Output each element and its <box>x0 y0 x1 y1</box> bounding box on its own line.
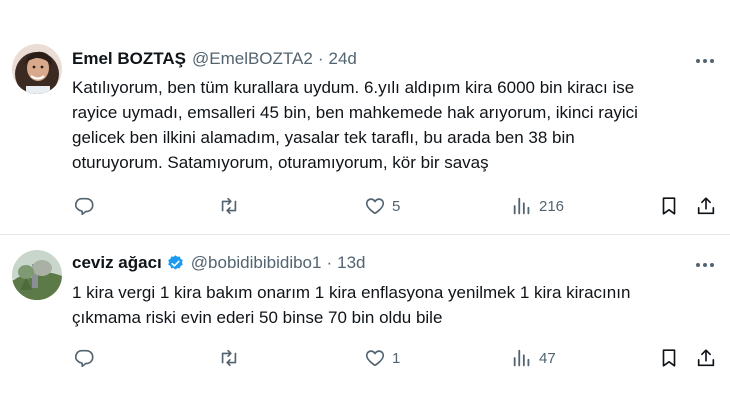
separator-dot: · <box>317 49 324 68</box>
timestamp[interactable]: 13d <box>337 253 365 273</box>
avatar[interactable] <box>12 44 62 94</box>
tweet-text: Katılıyorum, ben tüm kurallara uydum. 6.… <box>72 75 712 175</box>
view-count: 216 <box>539 197 565 215</box>
share-button[interactable] <box>695 344 717 372</box>
retweet-button[interactable] <box>218 192 240 220</box>
views-button[interactable]: 216 <box>511 192 564 220</box>
tweet-header: ceviz ağacı @bobidibibidibo1 · 13d <box>72 253 366 273</box>
tweet-text-line: oturuyorum. Satamıyorum, oturamıyorum, k… <box>72 153 489 172</box>
retweet-icon <box>221 197 237 215</box>
display-name[interactable]: ceviz ağacı <box>72 253 162 273</box>
like-count: 1 <box>392 349 401 367</box>
timestamp[interactable]: 24d <box>329 49 357 69</box>
bookmark-button[interactable] <box>658 344 680 372</box>
tweet-text-line: 1 kira vergi 1 kira bakım onarım 1 kira … <box>72 283 631 302</box>
views-button[interactable]: 47 <box>511 344 556 372</box>
user-handle[interactable]: @EmelBOZTA2 <box>192 49 313 69</box>
user-handle[interactable]: @bobidibibidibo1 <box>191 253 322 273</box>
action-bar: 5 216 <box>0 192 730 220</box>
tweet[interactable]: Emel BOZTAŞ @EmelBOZTA2 · 24d Katılıyoru… <box>0 0 730 235</box>
retweet-button[interactable] <box>218 344 240 372</box>
more-icon[interactable] <box>694 254 716 276</box>
share-button[interactable] <box>695 192 717 220</box>
view-count: 47 <box>539 349 556 367</box>
retweet-icon <box>221 349 237 367</box>
share-icon <box>697 197 715 215</box>
verified-badge-icon[interactable] <box>166 254 185 273</box>
reply-button[interactable] <box>73 344 95 372</box>
display-name[interactable]: Emel BOZTAŞ <box>72 49 186 69</box>
action-bar: 1 47 <box>0 344 730 372</box>
like-button[interactable]: 5 <box>364 192 400 220</box>
heart-icon <box>365 350 385 367</box>
share-icon <box>697 349 715 367</box>
reply-icon <box>74 349 94 368</box>
tweet-text-line: gelicek ben ilkini alamadım, yasalar tek… <box>72 128 575 147</box>
tweet-feed: Emel BOZTAŞ @EmelBOZTA2 · 24d Katılıyoru… <box>0 0 730 420</box>
more-icon[interactable] <box>694 50 716 72</box>
reply-button[interactable] <box>73 192 95 220</box>
tweet-header: Emel BOZTAŞ @EmelBOZTA2 · 24d <box>72 49 357 69</box>
like-count: 5 <box>392 197 401 215</box>
bookmark-button[interactable] <box>658 192 680 220</box>
like-button[interactable]: 1 <box>364 344 400 372</box>
avatar[interactable] <box>12 250 62 300</box>
views-icon <box>513 349 530 367</box>
tweet[interactable]: ceviz ağacı @bobidibibidibo1 · 13d 1 kir… <box>0 235 730 420</box>
bookmark-icon <box>662 349 676 367</box>
reply-icon <box>74 197 94 216</box>
bookmark-icon <box>662 197 676 215</box>
tweet-text: 1 kira vergi 1 kira bakım onarım 1 kira … <box>72 280 712 330</box>
tweet-text-line: rayice uymadı, emsalleri 45 bin, ben mah… <box>72 103 638 122</box>
separator-dot: · <box>326 253 333 272</box>
heart-icon <box>365 198 385 215</box>
views-icon <box>513 197 530 215</box>
tweet-text-line: çıkmama riski evin ederi 50 binse 70 bin… <box>72 308 443 327</box>
tweet-text-line: Katılıyorum, ben tüm kurallara uydum. 6.… <box>72 78 635 97</box>
